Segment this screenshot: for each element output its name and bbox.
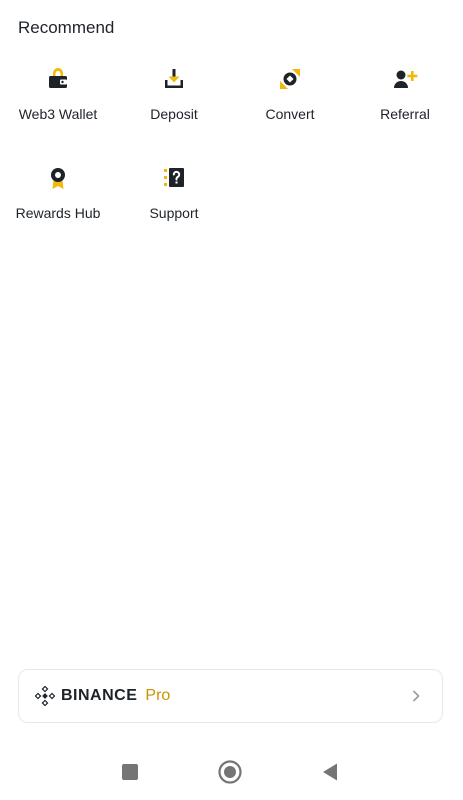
binance-pro-brand: BINANCE Pro — [35, 686, 170, 706]
web3-wallet-label: Web3 Wallet — [18, 106, 98, 122]
deposit-tile[interactable]: Deposit — [116, 66, 232, 124]
chevron-right-icon — [413, 690, 420, 702]
back-button[interactable] — [316, 758, 344, 786]
binance-logo-icon — [35, 686, 55, 706]
rewards-medal-icon — [51, 168, 65, 189]
convert-label: Convert — [265, 106, 315, 122]
recent-apps-square-icon — [122, 764, 138, 780]
home-button[interactable] — [216, 758, 244, 786]
deposit-label: Deposit — [150, 106, 198, 122]
rewards-hub-label: Rewards Hub — [15, 205, 101, 221]
support-tile[interactable]: Support — [116, 165, 232, 223]
pro-label: Pro — [145, 687, 171, 704]
convert-tile[interactable]: Convert — [232, 66, 348, 124]
wallet-icon — [49, 68, 67, 88]
support-question-icon — [164, 168, 184, 187]
binance-brand-name: BINANCE — [61, 687, 138, 704]
binance-pro-card[interactable]: BINANCE Pro — [18, 669, 443, 723]
rewards-hub-tile[interactable]: Rewards Hub — [0, 165, 116, 223]
back-triangle-icon — [323, 763, 337, 781]
referral-label: Referral — [380, 106, 430, 122]
referral-icon — [394, 70, 418, 88]
support-label: Support — [149, 205, 199, 221]
referral-tile[interactable]: Referral — [347, 66, 463, 124]
system-navigation-bar — [0, 745, 463, 800]
convert-icon — [280, 69, 300, 89]
web3-wallet-tile[interactable]: Web3 Wallet — [0, 66, 116, 124]
recommend-title: Recommend — [18, 18, 115, 37]
recent-apps-button[interactable] — [116, 758, 144, 786]
deposit-icon — [165, 69, 183, 88]
home-circle-icon — [218, 760, 242, 784]
